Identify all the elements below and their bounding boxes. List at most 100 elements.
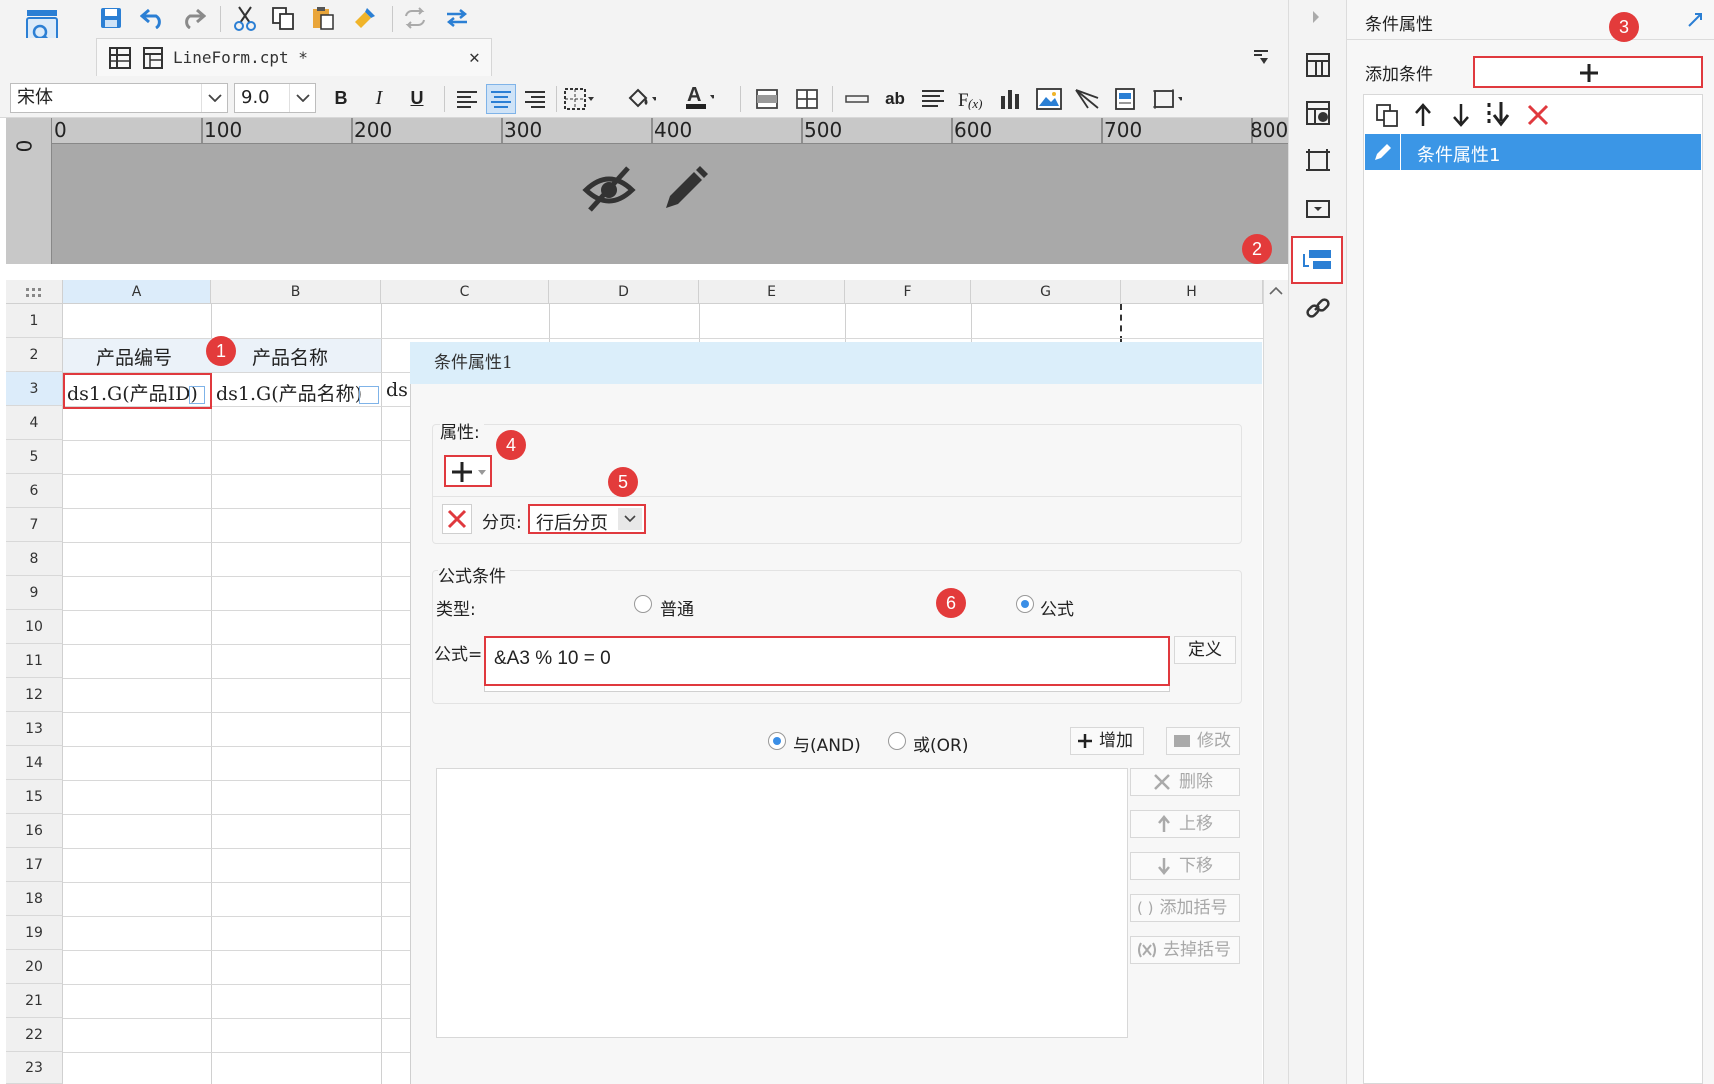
subreport-icon[interactable]	[1110, 84, 1140, 114]
row-header[interactable]: 23	[6, 1052, 63, 1084]
modify-button[interactable]: 修改	[1166, 727, 1240, 755]
formula-icon[interactable]: F (x)	[956, 84, 986, 114]
move-bottom-icon[interactable]	[1485, 101, 1513, 127]
edit-pencil-icon[interactable]	[660, 164, 710, 214]
widget-frame-icon[interactable]	[1305, 148, 1331, 174]
insert-row-icon[interactable]	[842, 84, 872, 114]
row-header[interactable]: 20	[6, 950, 63, 984]
repeat-icon[interactable]	[400, 3, 430, 33]
slash-icon[interactable]	[1072, 84, 1102, 114]
expand-handle-icon[interactable]	[359, 386, 379, 404]
save-icon[interactable]	[96, 3, 126, 33]
row-header[interactable]: 19	[6, 916, 63, 950]
row-header[interactable]: 14	[6, 746, 63, 780]
row-header[interactable]: 1	[6, 304, 63, 338]
move-down-icon[interactable]	[1451, 103, 1471, 127]
row-header[interactable]: 18	[6, 882, 63, 916]
underline-button[interactable]: U	[402, 83, 432, 113]
remove-bracket-button[interactable]: 去掉括号	[1130, 936, 1240, 964]
text-format-button[interactable]: ab	[880, 84, 910, 114]
condition-list[interactable]	[436, 768, 1128, 1038]
type-normal-radio[interactable]	[634, 595, 652, 613]
font-size-select[interactable]: 9.0	[234, 83, 316, 113]
cell-a2[interactable]: 产品编号	[96, 343, 172, 370]
row-header[interactable]: 10	[6, 610, 63, 644]
row-header[interactable]: 3	[6, 372, 63, 406]
bold-button[interactable]: B	[326, 83, 356, 113]
row-header[interactable]: 11	[6, 644, 63, 678]
row-header[interactable]: 9	[6, 576, 63, 610]
font-family-select[interactable]: 宋体	[10, 83, 228, 113]
delete-button[interactable]: 删除	[1130, 768, 1240, 796]
move-up-button[interactable]: 上移	[1130, 810, 1240, 838]
split-cells-icon[interactable]	[792, 84, 822, 114]
cell-a3[interactable]: ds1.G(产品ID)	[67, 379, 198, 406]
chart-icon[interactable]	[996, 84, 1026, 114]
remove-attribute-icon[interactable]	[442, 504, 472, 534]
cell-element-icon[interactable]	[1305, 52, 1331, 78]
column-header[interactable]: B	[211, 280, 381, 304]
hide-eye-icon[interactable]	[582, 164, 636, 214]
align-left-icon[interactable]	[452, 84, 482, 114]
row-header[interactable]: 17	[6, 848, 63, 882]
hyperlink-icon[interactable]	[1305, 296, 1331, 322]
frame-icon[interactable]	[1152, 84, 1182, 114]
swap-icon[interactable]	[442, 3, 472, 33]
border-icon[interactable]	[564, 84, 594, 114]
expand-panel-icon[interactable]	[1687, 12, 1703, 28]
column-header[interactable]: D	[549, 280, 699, 304]
formula-input[interactable]: &A3 % 10 = 0	[484, 636, 1170, 686]
add-condition-button[interactable]: 增加	[1070, 727, 1144, 755]
row-header[interactable]: 7	[6, 508, 63, 542]
column-header[interactable]: C	[381, 280, 549, 304]
align-center-icon[interactable]	[486, 84, 516, 114]
cell-attribute-icon[interactable]	[1305, 100, 1331, 126]
row-header[interactable]: 5	[6, 440, 63, 474]
row-header[interactable]: 22	[6, 1018, 63, 1052]
tab-menu-icon[interactable]	[1252, 48, 1270, 66]
condition-list-item[interactable]: 条件属性1	[1365, 134, 1701, 170]
collapse-arrow-icon[interactable]	[1311, 10, 1321, 24]
select-all-corner[interactable]	[6, 280, 63, 304]
cut-icon[interactable]	[230, 3, 260, 33]
row-header[interactable]: 16	[6, 814, 63, 848]
dropdown-widget-icon[interactable]	[1305, 196, 1331, 222]
format-painter-icon[interactable]	[350, 3, 380, 33]
cell-c3[interactable]: ds	[386, 379, 408, 401]
column-header[interactable]: A	[63, 280, 211, 304]
row-header[interactable]: 6	[6, 474, 63, 508]
cell-b2[interactable]: 产品名称	[252, 343, 328, 370]
and-radio[interactable]	[768, 732, 786, 750]
add-attribute-button[interactable]	[444, 455, 492, 487]
condition-attribute-tab[interactable]	[1291, 236, 1343, 284]
add-condition-plus-button[interactable]	[1473, 56, 1703, 88]
close-tab-icon[interactable]: ✕	[469, 47, 480, 68]
row-header[interactable]: 12	[6, 678, 63, 712]
row-header[interactable]: 13	[6, 712, 63, 746]
move-down-button[interactable]: 下移	[1130, 852, 1240, 880]
fill-color-icon[interactable]	[626, 84, 656, 114]
vertical-scrollbar[interactable]	[1263, 280, 1288, 1084]
expand-handle-icon[interactable]	[189, 386, 205, 404]
row-header[interactable]: 4	[6, 406, 63, 440]
add-bracket-button[interactable]: ( ) 添加括号	[1130, 894, 1240, 922]
image-icon[interactable]	[1034, 84, 1064, 114]
column-header[interactable]: E	[699, 280, 845, 304]
italic-button[interactable]: I	[364, 83, 394, 113]
define-button[interactable]: 定义	[1174, 636, 1236, 664]
scroll-up-icon[interactable]	[1269, 286, 1283, 296]
copy-condition-icon[interactable]	[1375, 103, 1399, 127]
row-header[interactable]: 21	[6, 984, 63, 1018]
font-color-icon[interactable]: A	[684, 82, 714, 112]
type-formula-radio[interactable]	[1016, 595, 1034, 613]
copy-icon[interactable]	[268, 3, 298, 33]
redo-icon[interactable]	[178, 3, 208, 33]
file-tab[interactable]: LineForm.cpt * ✕	[96, 38, 492, 76]
or-radio[interactable]	[888, 732, 906, 750]
column-header[interactable]: H	[1121, 280, 1263, 304]
text-wrap-icon[interactable]	[918, 84, 948, 114]
move-up-icon[interactable]	[1413, 103, 1433, 127]
undo-icon[interactable]	[138, 3, 168, 33]
row-header[interactable]: 15	[6, 780, 63, 814]
column-header[interactable]: F	[845, 280, 971, 304]
